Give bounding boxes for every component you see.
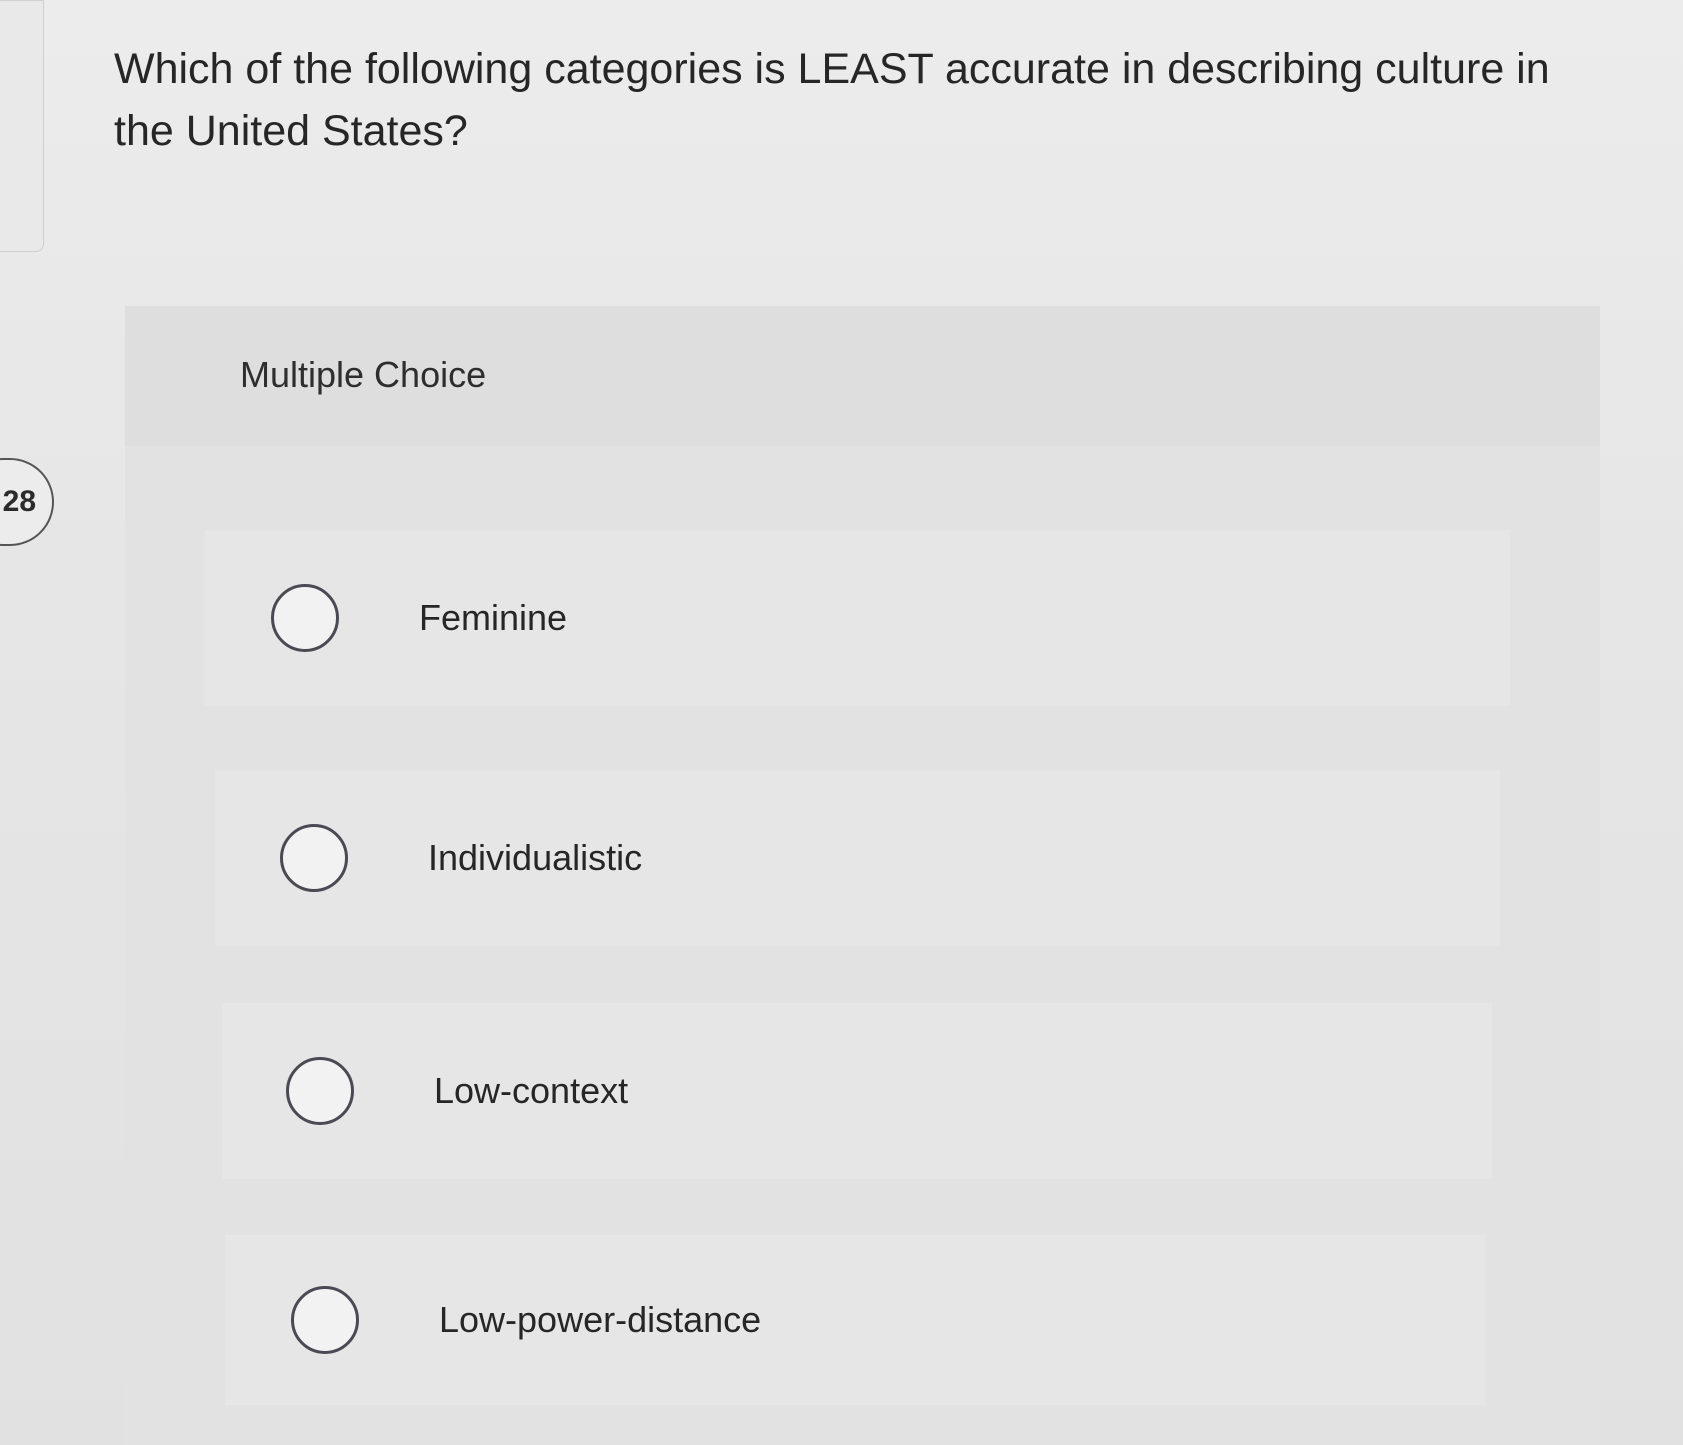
radio-button[interactable] bbox=[280, 824, 348, 892]
choice-option-low-context[interactable]: Low-context bbox=[222, 1003, 1492, 1179]
radio-button[interactable] bbox=[286, 1057, 354, 1125]
choice-label: Individualistic bbox=[428, 837, 643, 878]
choice-label: Low-power-distance bbox=[439, 1299, 762, 1340]
choice-option-low-power-distance[interactable]: Low-power-distance bbox=[225, 1235, 1485, 1405]
quiz-page: :28 Which of the following categories is… bbox=[0, 0, 1683, 1445]
choice-option-individualistic[interactable]: Individualistic bbox=[215, 770, 1500, 946]
radio-button[interactable] bbox=[291, 1286, 359, 1354]
panel-title: Multiple Choice bbox=[240, 354, 487, 395]
panel-header: Multiple Choice bbox=[125, 306, 1600, 446]
radio-button[interactable] bbox=[271, 584, 339, 652]
choice-option-feminine[interactable]: Feminine bbox=[205, 530, 1510, 706]
choice-label: Feminine bbox=[419, 597, 568, 638]
question-number-badge[interactable]: :28 bbox=[0, 458, 54, 546]
side-panel-tab[interactable] bbox=[0, 0, 44, 252]
question-number-label: :28 bbox=[0, 485, 36, 518]
choice-label: Low-context bbox=[434, 1070, 629, 1111]
question-text: Which of the following categories is LEA… bbox=[114, 45, 1550, 155]
